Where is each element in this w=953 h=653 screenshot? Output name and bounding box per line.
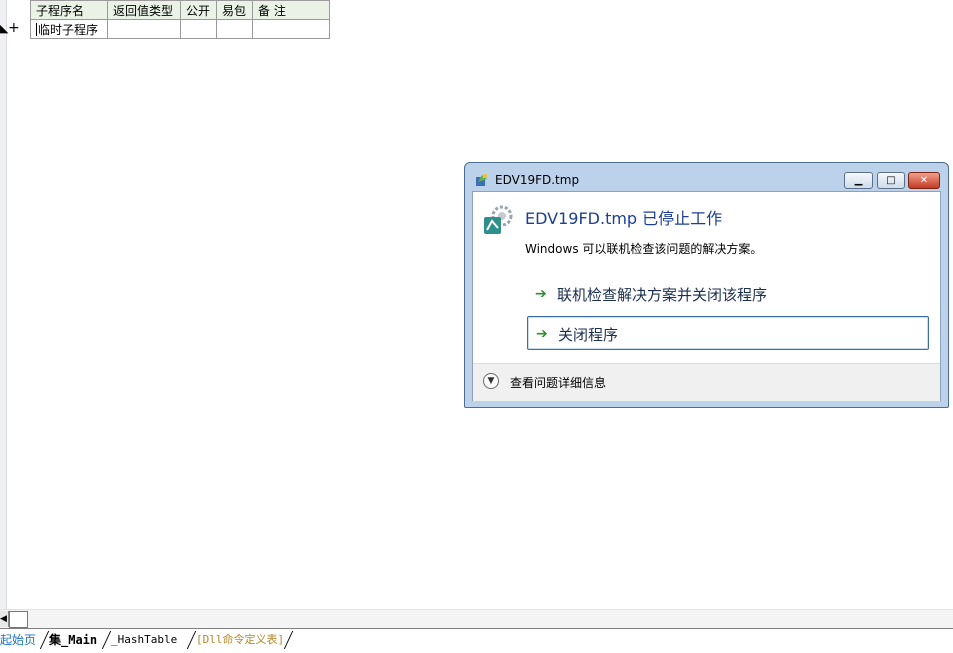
left-gutter (0, 0, 7, 610)
expand-row-icon[interactable]: + (8, 20, 20, 36)
app-icon (476, 174, 487, 186)
col-header-public: 公开 (180, 0, 217, 20)
col-header-return-type: 返回值类型 (107, 0, 181, 20)
close-icon: ✕ (919, 175, 929, 186)
tab-dll-command-table[interactable]: [Dll命令定义表] (186, 631, 294, 649)
horizontal-scrollbar[interactable]: ◀ (0, 609, 953, 628)
text-caret (36, 22, 37, 36)
cell-return-type[interactable] (107, 19, 181, 39)
table-row: 临时子程序 (30, 19, 330, 39)
subroutine-table: 子程序名 返回值类型 公开 易包 备 注 临时子程序 (30, 0, 330, 39)
close-button[interactable]: ✕ (908, 172, 940, 189)
crash-dialog: EDV19FD.tmp ▁ □ ✕ EDV19FD.tmp 已停止工作 Wind… (464, 162, 949, 408)
check-online-option[interactable]: ➔ 联机检查解决方案并关闭该程序 (527, 277, 929, 311)
cell-easy-pack[interactable] (216, 19, 253, 39)
close-program-option[interactable]: ➔ 关闭程序 (527, 316, 929, 350)
error-headline: EDV19FD.tmp 已停止工作 (525, 209, 723, 228)
maximize-icon: □ (886, 175, 896, 186)
green-arrow-icon: ➔ (535, 286, 547, 302)
tab-separator (101, 631, 112, 649)
tab-start-page[interactable]: 起始页 (0, 631, 36, 649)
program-gear-icon (484, 205, 513, 234)
cell-public[interactable] (180, 19, 217, 39)
col-header-remark: 备 注 (252, 0, 330, 20)
tab-separator (186, 631, 197, 649)
view-details-link[interactable]: 查看问题详细信息 (510, 374, 606, 391)
maximize-button[interactable]: □ (877, 172, 905, 189)
dialog-footer: ▼ 查看问题详细信息 (473, 363, 940, 401)
document-tab-bar: 起始页 集_Main _HashTable [Dll命令定义表] (0, 628, 953, 653)
tab-separator (283, 631, 294, 649)
minimize-button[interactable]: ▁ (844, 172, 873, 189)
table-header-row: 子程序名 返回值类型 公开 易包 备 注 (30, 0, 330, 20)
dialog-body: EDV19FD.tmp 已停止工作 Windows 可以联机检查该问题的解决方案… (472, 191, 941, 401)
minimize-icon: ▁ (854, 175, 863, 186)
dialog-title: EDV19FD.tmp (495, 173, 580, 187)
col-header-name: 子程序名 (30, 0, 108, 20)
col-header-easy-pack: 易包 (216, 0, 253, 20)
cell-subroutine-name[interactable]: 临时子程序 (30, 19, 108, 39)
scroll-thumb[interactable] (9, 611, 28, 628)
cell-remark[interactable] (252, 19, 330, 39)
chevron-down-icon[interactable]: ▼ (483, 373, 499, 389)
error-description: Windows 可以联机检查该问题的解决方案。 (525, 242, 763, 256)
tab-separator (39, 631, 50, 649)
scroll-left-arrow-icon[interactable]: ◀ (0, 611, 9, 627)
tab-hashtable[interactable]: _HashTable (101, 631, 177, 649)
green-arrow-icon: ➔ (536, 326, 548, 342)
tab-main[interactable]: 集_Main (39, 631, 97, 649)
